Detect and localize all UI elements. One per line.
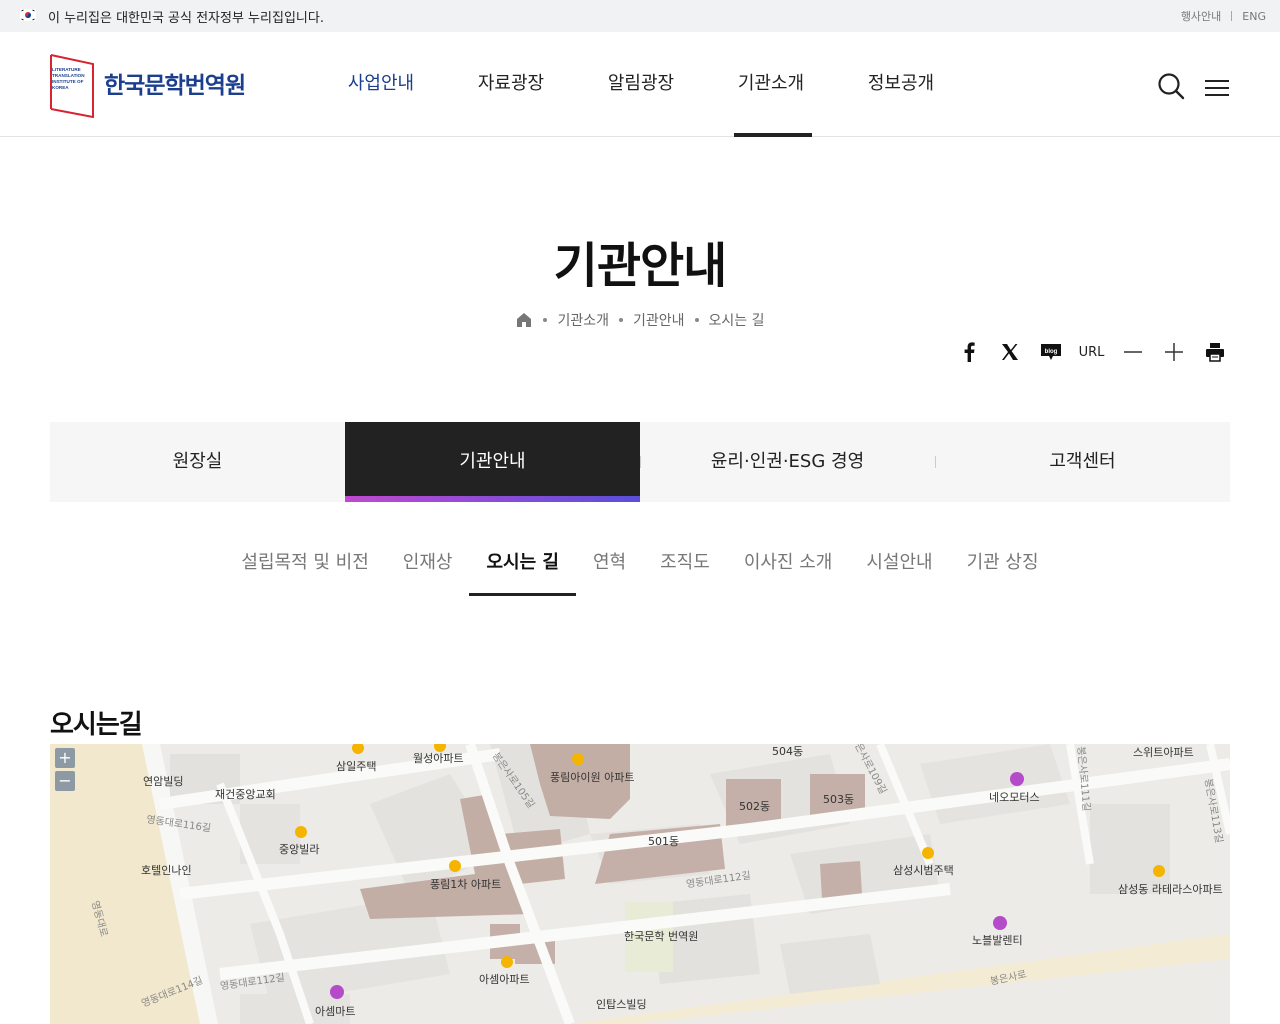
map-label: 월성아파트 <box>413 752 464 765</box>
subtab-talent[interactable]: 인재상 <box>386 532 470 596</box>
breadcrumb-item[interactable]: 기관안내 <box>633 310 685 330</box>
eng-link[interactable]: ENG <box>1242 10 1266 23</box>
subtab-organization[interactable]: 조직도 <box>643 532 727 596</box>
tab-institution[interactable]: 기관안내 <box>345 422 640 502</box>
subtab-vision[interactable]: 설립목적 및 비전 <box>224 532 385 596</box>
url-copy-button[interactable]: URL <box>1071 340 1112 364</box>
breadcrumb: 기관소개 기관안내 오시는 길 <box>0 310 1280 330</box>
korea-flag-icon <box>20 9 36 21</box>
map-label: 504동 <box>772 745 804 758</box>
svg-text:blog: blog <box>1044 349 1057 355</box>
breadcrumb-item[interactable]: 기관소개 <box>557 310 609 330</box>
map-label: 연암빌딩 <box>143 775 184 788</box>
x-icon[interactable] <box>989 340 1030 364</box>
svg-text:TRANSLATION: TRANSLATION <box>52 73 85 78</box>
map-label: 삼일주택 <box>336 760 377 773</box>
svg-text:INSTITUTE OF: INSTITUTE OF <box>52 79 84 84</box>
map-label: 중앙빌라 <box>279 843 320 856</box>
map-label: 501동 <box>648 835 680 848</box>
nav-news[interactable]: 알림광장 <box>576 32 706 136</box>
zoom-out-icon[interactable] <box>1112 340 1153 364</box>
site-header: LITERATURE TRANSLATION INSTITUTE OF KORE… <box>0 32 1280 137</box>
map-label: 호텔인나인 <box>141 864 192 877</box>
nav-business[interactable]: 사업안내 <box>316 32 446 136</box>
subtab-board[interactable]: 이사진 소개 <box>727 532 850 596</box>
map-label: 풍림아이원 아파트 <box>550 771 635 784</box>
svg-text:KOREA: KOREA <box>52 85 69 90</box>
map-label: 한국문학 번역원 <box>624 930 699 943</box>
event-link[interactable]: 행사안내 <box>1181 8 1221 24</box>
subtab-facilities[interactable]: 시설안내 <box>849 532 949 596</box>
map-label: 풍림1차 아파트 <box>430 878 502 891</box>
map-label: 삼성동 라테라스아파트 <box>1118 883 1223 896</box>
nav-about[interactable]: 기관소개 <box>706 32 836 137</box>
nav-disclosure[interactable]: 정보공개 <box>836 32 966 136</box>
gov-banner: 이 누리집은 대한민국 공식 전자정부 누리집입니다. 행사안내 ENG <box>0 0 1280 32</box>
svg-text:LITERATURE: LITERATURE <box>52 67 81 72</box>
gov-banner-text: 이 누리집은 대한민국 공식 전자정부 누리집입니다. <box>48 11 324 26</box>
breadcrumb-separator <box>694 318 699 322</box>
breadcrumb-separator <box>619 318 623 322</box>
print-icon[interactable] <box>1194 340 1235 364</box>
share-tools: blog URL <box>948 340 1235 364</box>
home-icon[interactable] <box>515 311 533 329</box>
section-title: 오시는길 <box>50 710 143 740</box>
map-label: 네오모터스 <box>989 791 1040 804</box>
map-zoom-out-button[interactable]: − <box>55 771 75 791</box>
logo-name: 한국문학번역원 <box>104 73 246 99</box>
map-label: 삼성시범주택 <box>893 864 954 877</box>
location-map[interactable]: + − 연암빌딩 재건중앙교회 삼일주택 월성아파트 풍림아이원 아파트 504… <box>50 744 1230 1024</box>
section-tabs: 원장실 기관안내 윤리·인권·ESG 경영 고객센터 <box>50 422 1230 502</box>
breadcrumb-current: 오시는 길 <box>708 313 765 329</box>
map-zoom-in-button[interactable]: + <box>55 748 75 768</box>
breadcrumb-separator <box>543 318 548 322</box>
hamburger-icon[interactable] <box>1205 78 1229 98</box>
map-label: 노블발렌티 <box>972 934 1023 947</box>
sub-tabs: 설립목적 및 비전 인재상 오시는 길 연혁 조직도 이사진 소개 시설안내 기… <box>0 532 1280 596</box>
search-icon[interactable] <box>1157 72 1185 100</box>
tab-director[interactable]: 원장실 <box>50 422 345 502</box>
nav-resources[interactable]: 자료광장 <box>446 32 576 136</box>
subtab-symbol[interactable]: 기관 상징 <box>950 532 1056 596</box>
map-label: 재건중앙교회 <box>215 788 276 801</box>
blog-icon[interactable]: blog <box>1030 340 1071 364</box>
facebook-icon[interactable] <box>948 340 989 364</box>
tab-customer-center[interactable]: 고객센터 <box>935 422 1230 502</box>
tab-ethics[interactable]: 윤리·인권·ESG 경영 <box>640 422 935 502</box>
map-label: 503동 <box>823 793 855 806</box>
gov-links: 행사안내 ENG <box>1181 8 1266 24</box>
divider <box>1231 11 1233 21</box>
map-label: 502동 <box>739 800 771 813</box>
subtab-history[interactable]: 연혁 <box>576 532 643 596</box>
subtab-directions[interactable]: 오시는 길 <box>469 532 576 596</box>
map-label: 아셈마트 <box>315 1005 356 1018</box>
map-label: 인탑스빌딩 <box>596 998 647 1011</box>
logo-mark: LITERATURE TRANSLATION INSTITUTE OF KORE… <box>50 54 94 118</box>
map-label: 아셈아파트 <box>479 973 530 986</box>
map-label: 스위트아파트 <box>1133 746 1194 759</box>
main-nav: 사업안내 자료광장 알림광장 기관소개 정보공개 <box>316 32 966 137</box>
zoom-in-icon[interactable] <box>1153 340 1194 364</box>
page-title: 기관안내 <box>553 238 728 294</box>
